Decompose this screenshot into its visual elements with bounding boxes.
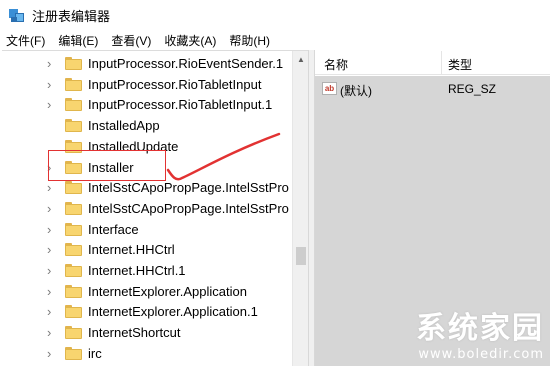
watermark-title: 系统家园	[416, 311, 544, 346]
watermark: 系统家园 www.boledir.com	[416, 303, 544, 362]
watermark-url: www.boledir.com	[418, 347, 544, 362]
